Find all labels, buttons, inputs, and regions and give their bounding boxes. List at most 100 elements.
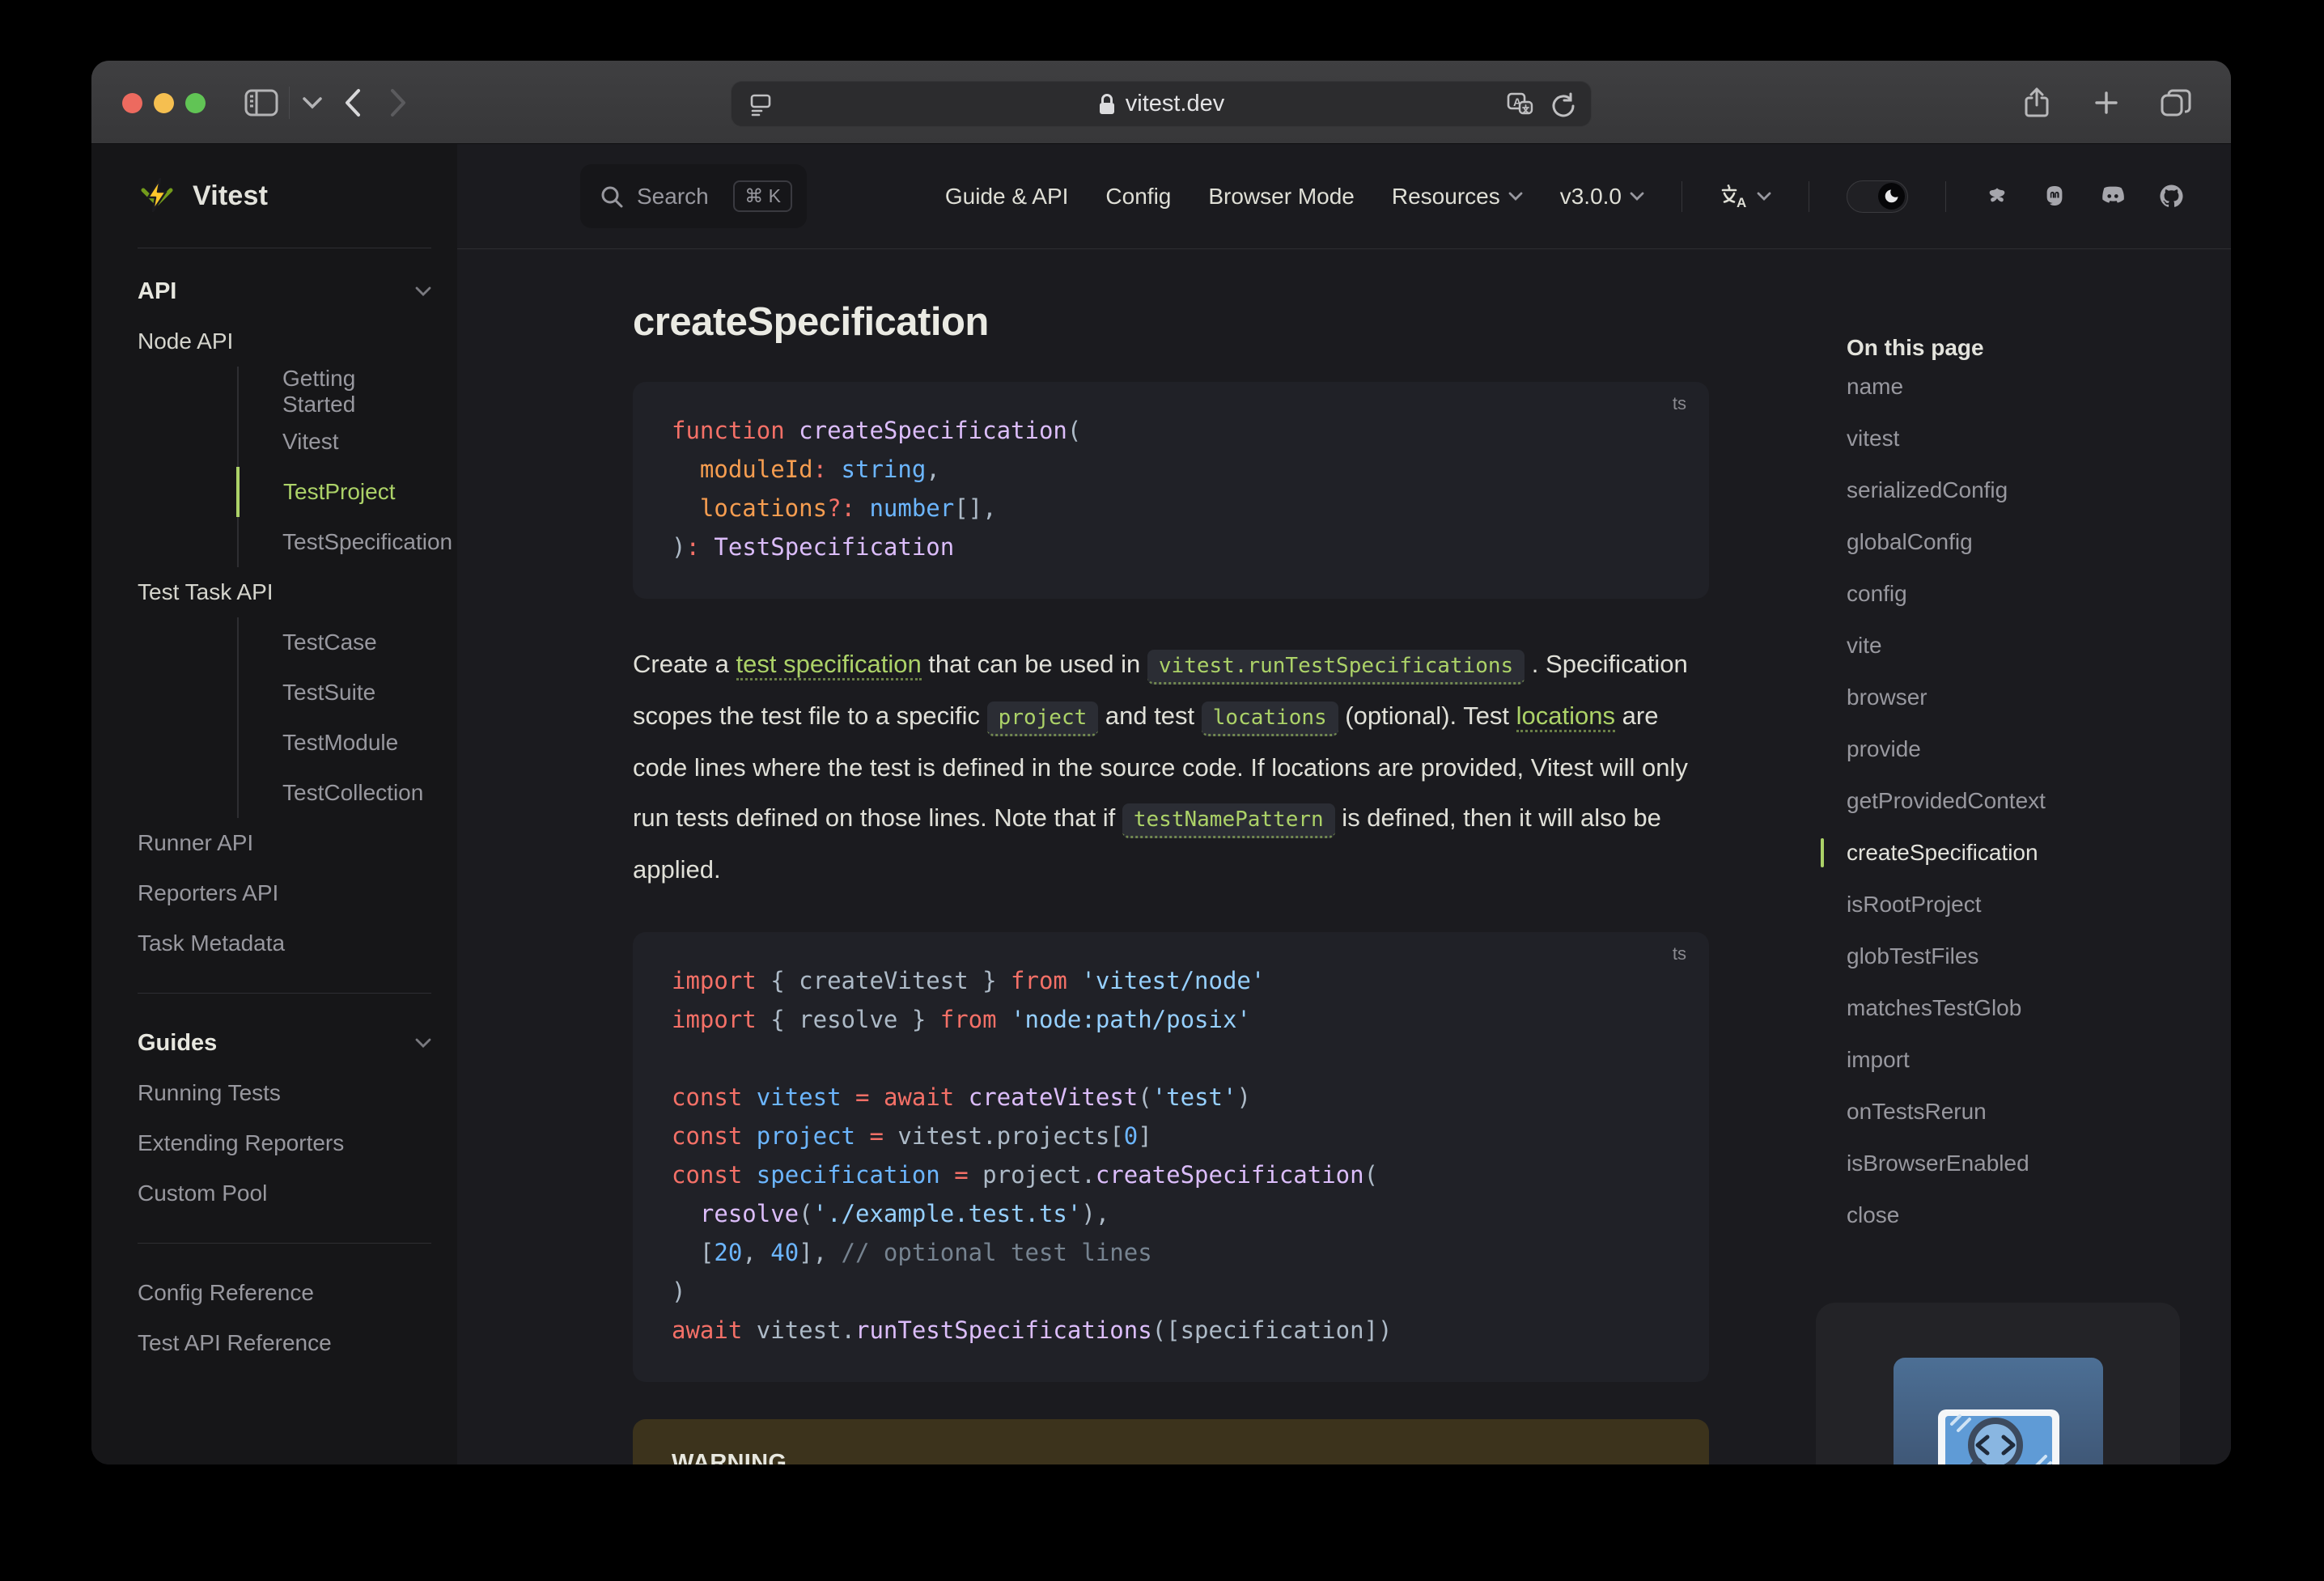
outline-item-name[interactable]: name bbox=[1816, 361, 2231, 413]
outline-item-config[interactable]: config bbox=[1816, 568, 2231, 620]
search-button[interactable]: Search ⌘ K bbox=[580, 164, 807, 228]
doc-link[interactable]: locations bbox=[1516, 701, 1616, 732]
sidebar-item-node-api[interactable]: Node API bbox=[138, 316, 431, 367]
chevron-down-icon bbox=[1757, 192, 1771, 201]
sidebar-toggle-icon[interactable] bbox=[239, 77, 284, 129]
code[interactable]: function createSpecification( moduleId: … bbox=[633, 411, 1709, 566]
sidebar-item-testproject[interactable]: TestProject bbox=[236, 467, 431, 517]
outline-item-globalconfig[interactable]: globalConfig bbox=[1816, 516, 2231, 568]
sidebar-item-custom-pool[interactable]: Custom Pool bbox=[138, 1168, 431, 1219]
sidebar-item-test-api-reference[interactable]: Test API Reference bbox=[138, 1318, 431, 1368]
code-lang-badge: ts bbox=[1672, 943, 1686, 964]
code[interactable]: import { createVitest } from 'vitest/nod… bbox=[633, 961, 1709, 1350]
nav-divider bbox=[1945, 180, 1946, 212]
outline-item-matchestestglob[interactable]: matchesTestGlob bbox=[1816, 982, 2231, 1034]
reader-icon[interactable] bbox=[749, 92, 773, 117]
browser-toolbar: vitest.dev A bbox=[91, 61, 2231, 144]
outline-item-import[interactable]: import bbox=[1816, 1034, 2231, 1086]
outline-item-provide[interactable]: provide bbox=[1816, 723, 2231, 775]
minimize-window-button[interactable] bbox=[154, 93, 174, 113]
theme-toggle[interactable] bbox=[1847, 180, 1908, 213]
share-icon[interactable] bbox=[2014, 77, 2059, 129]
back-button[interactable] bbox=[330, 77, 375, 129]
brand-name: Vitest bbox=[193, 180, 269, 211]
outline: On this page name vitest serializedConfig g… bbox=[1816, 249, 2231, 1241]
sidebar-item-task-metadata[interactable]: Task Metadata bbox=[138, 918, 431, 969]
outline-item-getprovidedcontext[interactable]: getProvidedContext bbox=[1816, 775, 2231, 827]
code-lang-badge: ts bbox=[1672, 393, 1686, 413]
url-text: vitest.dev bbox=[1125, 91, 1225, 117]
language-menu[interactable]: A bbox=[1720, 183, 1771, 210]
sidebar-item-testmodule[interactable]: TestModule bbox=[237, 718, 431, 768]
translate-icon[interactable]: A bbox=[1506, 91, 1535, 117]
sidebar: Vitest API Node API Getting Started Vitest T… bbox=[91, 144, 457, 1464]
sidebar-item-testspecification[interactable]: TestSpecification bbox=[237, 517, 452, 567]
nav-link-guide-api[interactable]: Guide & API bbox=[945, 184, 1069, 210]
reload-icon[interactable] bbox=[1550, 91, 1575, 117]
zoom-window-button[interactable] bbox=[185, 93, 206, 113]
close-window-button[interactable] bbox=[122, 93, 142, 113]
nav-link-resources[interactable]: Resources bbox=[1392, 184, 1523, 210]
sidebar-divider bbox=[138, 993, 431, 994]
outline-item-isrootproject[interactable]: isRootProject bbox=[1816, 879, 2231, 930]
sidebar-item-running-tests[interactable]: Running Tests bbox=[138, 1068, 431, 1118]
nav-link-label: v3.0.0 bbox=[1559, 183, 1622, 209]
sidebar-nav: API Node API Getting Started Vitest TestProj… bbox=[138, 248, 452, 1368]
vitest-logo-icon bbox=[141, 177, 173, 213]
outline-item-globtestfiles[interactable]: globTestFiles bbox=[1816, 930, 2231, 982]
sidebar-item-extending-reporters[interactable]: Extending Reporters bbox=[138, 1118, 431, 1168]
outline-item-browser[interactable]: browser bbox=[1816, 672, 2231, 723]
sidebar-section-api[interactable]: API bbox=[138, 266, 431, 316]
outline-item-isbrowserenabled[interactable]: isBrowserEnabled bbox=[1816, 1138, 2231, 1189]
discord-icon[interactable] bbox=[2098, 184, 2127, 209]
forward-button[interactable] bbox=[375, 77, 421, 129]
sponsor-card[interactable] bbox=[1816, 1303, 2180, 1464]
inline-code-link[interactable]: testNamePattern bbox=[1122, 803, 1335, 838]
github-icon[interactable] bbox=[2158, 183, 2185, 210]
outline-item-serializedconfig[interactable]: serializedConfig bbox=[1816, 464, 2231, 516]
search-icon bbox=[601, 186, 623, 207]
sidebar-section-label: API bbox=[138, 278, 177, 304]
outline-item-vite[interactable]: vite bbox=[1816, 620, 2231, 672]
outline-item-vitest[interactable]: vitest bbox=[1816, 413, 2231, 464]
nav-link-label: Config bbox=[1105, 183, 1172, 209]
tabs-overview-icon[interactable] bbox=[2153, 77, 2199, 129]
outline-item-close[interactable]: close bbox=[1816, 1189, 2231, 1241]
inline-code-link[interactable]: project bbox=[986, 701, 1099, 736]
sidebar-item-test-task-api[interactable]: Test Task API bbox=[138, 567, 431, 617]
toolbar-divider bbox=[289, 86, 290, 119]
brand-logo[interactable]: Vitest bbox=[138, 144, 431, 248]
sidebar-item-config-reference[interactable]: Config Reference bbox=[138, 1268, 431, 1318]
inline-code-link[interactable]: locations bbox=[1201, 701, 1338, 736]
nav-link-v3-0-0[interactable]: v3.0.0 bbox=[1560, 184, 1644, 210]
sidebar-item-vitest[interactable]: Vitest bbox=[237, 417, 431, 467]
warning-title: WARNING bbox=[672, 1450, 787, 1464]
chevron-down-icon bbox=[1508, 192, 1523, 201]
sidebar-section-guides[interactable]: Guides bbox=[138, 1018, 431, 1068]
chevron-down-icon bbox=[1630, 192, 1644, 201]
inline-code-link[interactable]: vitest.runTestSpecifications bbox=[1147, 650, 1525, 685]
address-bar[interactable]: vitest.dev A bbox=[731, 81, 1592, 127]
sidebar-item-testsuite[interactable]: TestSuite bbox=[237, 668, 431, 718]
sidebar-item-runner-api[interactable]: Runner API bbox=[138, 818, 431, 868]
sidebar-item-testcase[interactable]: TestCase bbox=[237, 617, 431, 668]
sidebar-item-testcollection[interactable]: TestCollection bbox=[237, 768, 431, 818]
mastodon-icon[interactable] bbox=[2042, 184, 2067, 210]
new-tab-icon[interactable] bbox=[2084, 77, 2129, 129]
top-nav: Guide & API Config Browser Mode Resources v3… bbox=[945, 144, 2185, 248]
sidebar-item-reporters-api[interactable]: Reporters API bbox=[138, 868, 431, 918]
code-block-signature: ts function createSpecification( moduleI… bbox=[633, 382, 1709, 599]
site-header: Search ⌘ K Guide & API Config Browser Mode… bbox=[457, 144, 2231, 249]
doc-link[interactable]: test specification bbox=[736, 650, 922, 680]
sidebar-item-getting-started[interactable]: Getting Started bbox=[237, 366, 431, 417]
nav-link-label: Resources bbox=[1391, 183, 1500, 209]
outline-item-createspecification[interactable]: createSpecification bbox=[1816, 827, 2231, 879]
outline-item-ontestsrerun[interactable]: onTestsRerun bbox=[1816, 1086, 2231, 1138]
bluesky-icon[interactable] bbox=[1983, 184, 2011, 210]
search-placeholder: Search bbox=[637, 183, 709, 209]
chevron-down-icon[interactable] bbox=[295, 77, 330, 129]
sidebar-section-label: Guides bbox=[138, 1029, 218, 1056]
nav-link-config[interactable]: Config bbox=[1105, 184, 1171, 210]
nav-link-browser-mode[interactable]: Browser Mode bbox=[1208, 184, 1355, 210]
doc-area: createSpecification ts function createSp… bbox=[457, 249, 2231, 1464]
